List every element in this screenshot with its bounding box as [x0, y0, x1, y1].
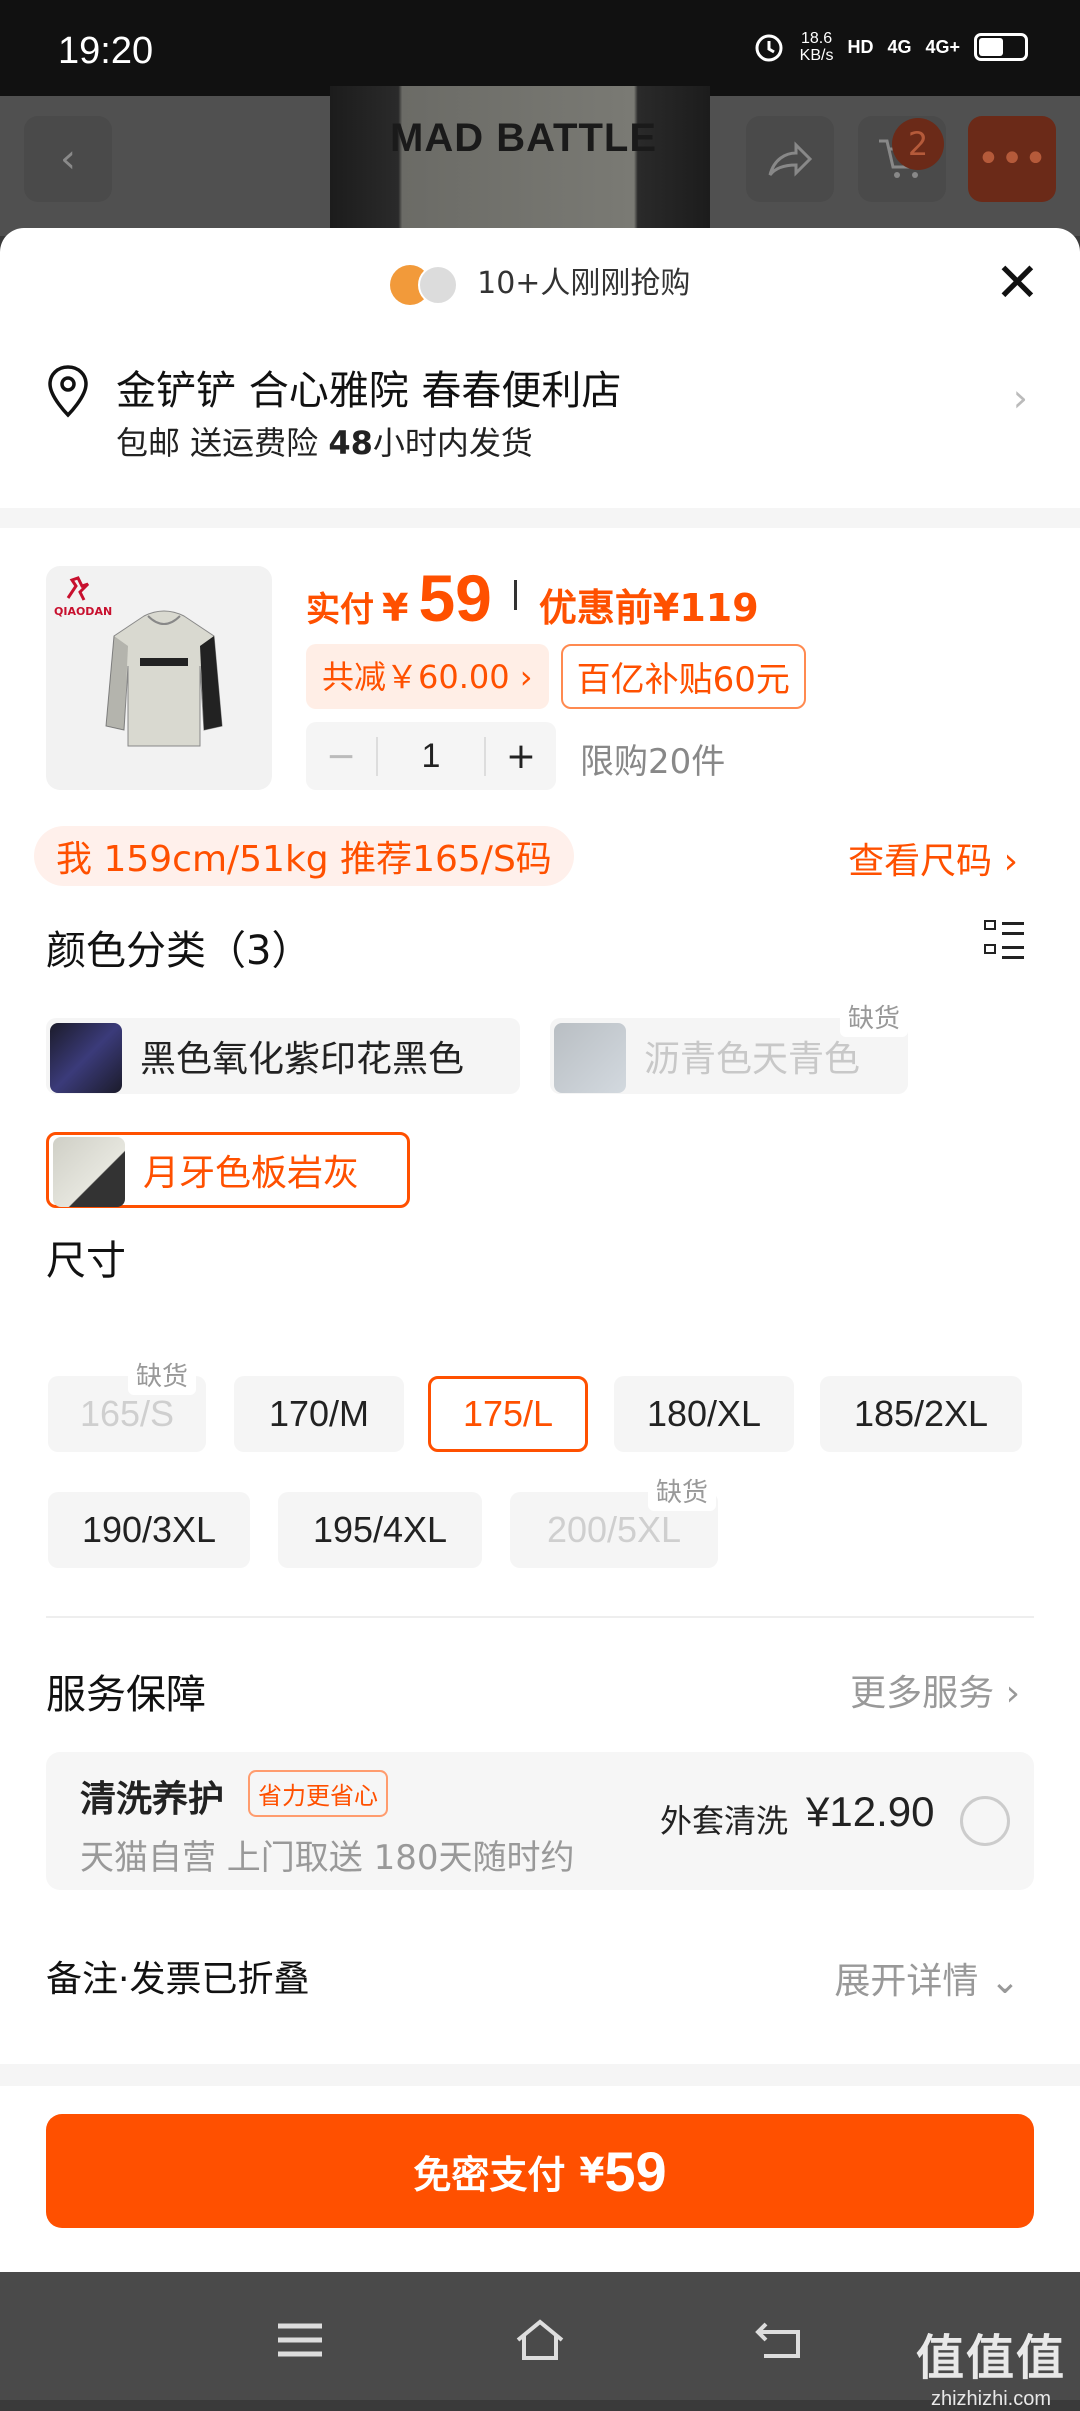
- close-button[interactable]: ✕: [995, 256, 1040, 310]
- discount-row: 共减￥60.00 › 百亿补贴60元: [306, 644, 806, 709]
- out-of-stock-badge: 缺货: [127, 1354, 196, 1395]
- product-thumbnail[interactable]: QIAODAN: [46, 566, 272, 790]
- size-section-title: 尺寸: [46, 1238, 126, 1284]
- status-icons: 18.6 KB/s HD 4G 4G+: [752, 30, 1028, 64]
- hd-icon: HD: [847, 36, 874, 57]
- size-option[interactable]: 185/2XL: [820, 1376, 1022, 1452]
- color-thumbnail: [50, 1022, 122, 1093]
- close-icon: ✕: [994, 251, 1040, 314]
- service-radio[interactable]: [960, 1796, 1010, 1846]
- out-of-stock-badge: 缺货: [647, 1470, 716, 1511]
- share-icon: [768, 141, 813, 177]
- more-icon: •••: [976, 136, 1048, 182]
- service-section-title: 服务保障: [46, 1672, 206, 1718]
- color-option[interactable]: 黑色氧化紫印花黑色: [46, 1018, 520, 1094]
- service-description: 天猫自营 上门取送 180天随时约: [80, 1838, 575, 1878]
- size-option[interactable]: 170/M: [234, 1376, 404, 1452]
- size-option[interactable]: 200/5XL 缺货: [510, 1470, 718, 1568]
- address-row[interactable]: 金铲铲 合心雅院 春春便利店 包邮 送运费险 48小时内发货 ›: [46, 356, 1040, 476]
- service-price: ¥12.90: [806, 1788, 935, 1835]
- product-page-backdrop: MAD BATTLE ‹ 2 •••: [0, 86, 1080, 246]
- divider: [513, 580, 517, 610]
- out-of-stock-badge: 缺货: [839, 996, 908, 1037]
- notes-title: 备注·发票已折叠: [46, 1959, 310, 2000]
- battery-icon: [974, 33, 1028, 61]
- service-card-cleaning[interactable]: 清洗养护 省力更省心 天猫自营 上门取送 180天随时约 外套清洗 ¥12.90: [46, 1752, 1034, 1890]
- increase-button[interactable]: +: [486, 736, 556, 777]
- recent-buyers: 10+人刚刚抢购: [0, 258, 1080, 305]
- pay-button[interactable]: 免密支付 ¥ 59: [46, 2114, 1034, 2228]
- size-option[interactable]: 165/S 缺货: [48, 1354, 206, 1452]
- color-option-selected[interactable]: 月牙色板岩灰: [46, 1132, 410, 1208]
- service-tag: 省力更省心: [248, 1770, 388, 1817]
- subsidy-tag: 百亿补贴60元: [560, 644, 806, 709]
- divider: [46, 1616, 1034, 1618]
- currency-symbol: ¥: [382, 586, 409, 630]
- back-icon[interactable]: [752, 2318, 808, 2362]
- avatar: [417, 264, 458, 305]
- price-row: 实付 ¥ 59 优惠前¥119: [306, 560, 759, 635]
- size-option[interactable]: 190/3XL: [48, 1492, 250, 1568]
- back-button[interactable]: ‹: [24, 116, 112, 202]
- address-text: 金铲铲 合心雅院 春春便利店: [116, 368, 622, 414]
- list-view-icon[interactable]: [984, 920, 1024, 960]
- color-option[interactable]: 沥青色天青色 缺货: [550, 996, 908, 1094]
- expand-details-link[interactable]: 展开详情 ⌄: [834, 1952, 1020, 2004]
- color-thumbnail: [554, 1022, 626, 1093]
- status-bar: 19:20 18.6 KB/s HD 4G 4G+: [0, 0, 1080, 96]
- cart-button[interactable]: 2: [858, 116, 946, 202]
- sku-selection-sheet: 10+人刚刚抢购 ✕ 金铲铲 合心雅院 春春便利店 包邮 送运费险 48小时内发…: [0, 228, 1080, 2272]
- color-section-title: 颜色分类（3）: [46, 928, 312, 974]
- menu-icon[interactable]: [272, 2318, 328, 2362]
- more-button[interactable]: •••: [968, 116, 1056, 202]
- buyer-avatars: [389, 264, 458, 305]
- service-name: 清洗养护: [80, 1779, 225, 1820]
- quantity-stepper: − 1 +: [306, 722, 556, 790]
- discount-tag[interactable]: 共减￥60.00 ›: [306, 644, 549, 709]
- purchase-limit: 限购20件: [580, 742, 726, 782]
- pay-label: 实付: [306, 590, 374, 630]
- original-price: 优惠前¥119: [538, 586, 759, 630]
- size-option[interactable]: 195/4XL: [278, 1492, 482, 1568]
- quantity-value[interactable]: 1: [376, 736, 486, 776]
- chevron-left-icon: ‹: [60, 136, 76, 182]
- size-option-selected[interactable]: 175/L: [428, 1376, 588, 1452]
- cart-count-badge: 2: [892, 118, 944, 170]
- home-icon[interactable]: [512, 2318, 568, 2362]
- net-speed: 18.6 KB/s: [799, 30, 834, 64]
- chevron-right-icon: ›: [1012, 376, 1028, 420]
- color-thumbnail: [53, 1136, 125, 1207]
- signal-4g-icon: 4G: [887, 36, 912, 57]
- service-price-label: 外套清洗: [660, 1802, 789, 1840]
- jacket-image: [105, 610, 223, 747]
- hero-image: MAD BATTLE: [330, 86, 710, 246]
- divider: [0, 2064, 1080, 2086]
- size-recommendation[interactable]: 我 159cm/51kg 推荐165/S码: [34, 826, 574, 886]
- divider: [0, 508, 1080, 528]
- more-services-link[interactable]: 更多服务 ›: [850, 1664, 1020, 1716]
- size-option[interactable]: 180/XL: [614, 1376, 794, 1452]
- alarm-icon: [755, 34, 783, 62]
- watermark: 值值值 zhizhizhi.com: [915, 2330, 1066, 2410]
- clock: 19:20: [58, 30, 154, 72]
- share-button[interactable]: [746, 116, 834, 202]
- signal-4g-plus-icon: 4G+: [925, 36, 960, 57]
- pay-amount: 59: [418, 561, 492, 635]
- decrease-button[interactable]: −: [306, 736, 376, 777]
- size-chart-link[interactable]: 查看尺码 ›: [848, 832, 1018, 884]
- shipping-info: 包邮 送运费险 48小时内发货: [116, 424, 533, 462]
- location-pin-icon: [48, 365, 88, 418]
- brand-logo: QIAODAN: [54, 576, 112, 618]
